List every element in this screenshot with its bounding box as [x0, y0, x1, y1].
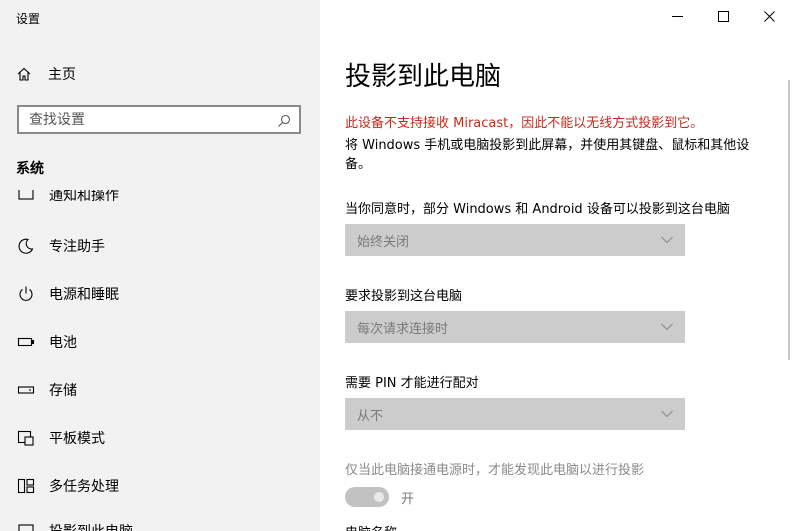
notification-icon [17, 190, 35, 204]
home-label: 主页 [48, 67, 76, 83]
sidebar-item-label: 投影到此电脑 [49, 521, 133, 531]
sidebar-item-label: 电源和睡眠 [49, 287, 119, 303]
sidebar-item-label: 存储 [49, 383, 77, 399]
moon-icon [17, 237, 35, 255]
dropdown-value: 始终关闭 [357, 234, 410, 250]
minimize-button[interactable] [654, 0, 700, 32]
close-button[interactable] [746, 0, 792, 32]
tablet-mode-icon [17, 429, 35, 447]
sidebar-item-tablet-mode[interactable]: 平板模式 [0, 418, 320, 458]
pc-name-label: 电脑名称 [345, 522, 397, 531]
toggle-track[interactable] [345, 487, 389, 507]
sidebar-item-label: 专注助手 [49, 239, 105, 255]
multitasking-icon [17, 477, 35, 495]
chevron-down-icon [661, 323, 673, 331]
sidebar: 设置 主页 系统 通知和操作 专注助 [0, 0, 320, 531]
sidebar-item-label: 电池 [49, 335, 77, 351]
page-description: 将 Windows 手机或电脑投影到此屏幕，并使用其键盘、鼠标和其他设备。 [345, 138, 750, 172]
window-title: 设置 [16, 12, 41, 26]
projector-icon [17, 522, 35, 531]
sidebar-item-battery[interactable]: 电池 [0, 322, 320, 362]
pc-name-row: 电脑名称 [345, 522, 645, 531]
chevron-down-icon [661, 236, 673, 244]
home-nav-item[interactable]: 主页 [16, 60, 306, 88]
scrollbar[interactable] [788, 80, 790, 360]
sidebar-item-label: 平板模式 [49, 431, 105, 447]
require-pin-dropdown[interactable]: 从不 [345, 398, 685, 430]
page-title: 投影到此电脑 [345, 62, 502, 92]
dropdown-value: 从不 [357, 408, 384, 424]
sidebar-item-focus-assist[interactable]: 专注助手 [0, 226, 320, 266]
sidebar-item-project-to-pc[interactable]: 投影到此电脑 [0, 520, 320, 531]
miracast-warning: 此设备不支持接收 Miracast，因此不能以无线方式投影到它。 [345, 116, 704, 131]
ask-to-project-dropdown[interactable]: 每次请求连接时 [345, 311, 685, 343]
plugged-in-toggle[interactable]: 开 [345, 487, 414, 507]
search-icon[interactable] [277, 113, 291, 127]
toggle-state: 开 [401, 491, 415, 507]
toggle-knob [374, 492, 384, 502]
close-icon [763, 10, 775, 22]
sidebar-item-multitasking[interactable]: 多任务处理 [0, 466, 320, 506]
sidebar-item-storage[interactable]: 存储 [0, 370, 320, 410]
search-input[interactable] [29, 111, 259, 128]
maximize-button[interactable] [700, 0, 746, 32]
section-title: 系统 [16, 161, 44, 177]
plugged-in-label: 仅当此电脑接通电源时，才能发现此电脑以进行投影 [345, 463, 645, 478]
sidebar-item-label: 通知和操作 [49, 190, 119, 204]
maximize-icon [717, 10, 729, 22]
storage-icon [17, 381, 35, 399]
search-box[interactable] [17, 105, 301, 134]
sidebar-item-notifications[interactable]: 通知和操作 [0, 190, 320, 208]
sidebar-item-label: 多任务处理 [49, 479, 119, 495]
ask-to-project-label: 要求投影到这台电脑 [345, 289, 463, 304]
minimize-icon [671, 15, 683, 17]
chevron-down-icon [661, 410, 673, 418]
availability-label: 当你同意时，部分 Windows 和 Android 设备可以投影到这台电脑 [345, 202, 730, 217]
availability-dropdown[interactable]: 始终关闭 [345, 224, 685, 256]
power-icon [17, 285, 35, 303]
window-controls [654, 0, 792, 32]
home-icon [16, 66, 32, 82]
main-content: 投影到此电脑 此设备不支持接收 Miracast，因此不能以无线方式投影到它。 … [320, 0, 792, 531]
require-pin-label: 需要 PIN 才能进行配对 [345, 376, 479, 391]
sidebar-item-power-sleep[interactable]: 电源和睡眠 [0, 274, 320, 314]
dropdown-value: 每次请求连接时 [357, 321, 449, 337]
battery-icon [17, 333, 35, 351]
